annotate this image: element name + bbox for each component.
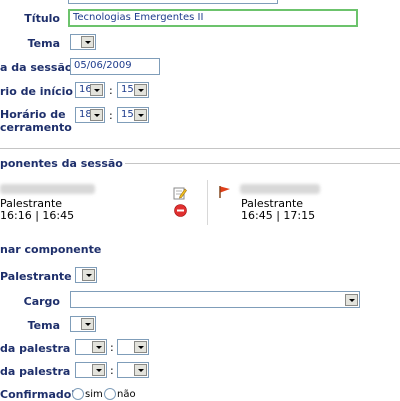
- components-section-title: ponentes da sessão: [0, 157, 123, 170]
- divider: [0, 148, 400, 149]
- chevron-down-icon: [90, 84, 103, 96]
- time-separator: :: [109, 109, 113, 122]
- horario-encerramento-hour-select[interactable]: 18: [75, 107, 105, 123]
- chevron-down-icon: [81, 36, 94, 48]
- chevron-down-icon: [81, 318, 94, 330]
- chevron-down-icon: [134, 84, 147, 96]
- time-separator: :: [109, 84, 113, 97]
- data-sessao-label: a da sessão: [0, 61, 73, 74]
- section-title-rule: [125, 163, 400, 164]
- inicio-palestra-label: da palestra: [0, 342, 71, 355]
- time-separator: :: [110, 341, 114, 354]
- palestrante-select[interactable]: [75, 267, 97, 283]
- time-separator: :: [110, 364, 114, 377]
- component-divider: [207, 180, 208, 225]
- chevron-down-icon: [134, 364, 147, 376]
- titulo-input[interactable]: Tecnologias Emergentes II: [68, 9, 358, 27]
- add-component-section-title: nar componente: [0, 243, 102, 256]
- horario-encerramento-label-2: cerramento: [0, 121, 72, 134]
- palestrante-label: Palestrante: [0, 270, 72, 283]
- chevron-down-icon: [92, 341, 105, 353]
- confirmado-sim-radio[interactable]: [72, 388, 84, 400]
- add-tema-select[interactable]: [70, 316, 96, 332]
- chevron-down-icon: [134, 109, 147, 121]
- previous-field[interactable]: [68, 0, 278, 4]
- horario-encerramento-label-1: Horário de: [0, 108, 66, 121]
- titulo-label: Título: [24, 12, 60, 25]
- component-time: 16:45 | 17:15: [241, 209, 316, 222]
- chevron-down-icon: [92, 364, 105, 376]
- confirmado-sim-label: sim: [85, 389, 103, 400]
- add-tema-label: Tema: [27, 319, 60, 332]
- chevron-down-icon: [82, 269, 95, 281]
- confirmado-nao-label: não: [117, 389, 136, 400]
- fim-palestra-label: da palestra: [0, 365, 71, 378]
- fim-palestra-minute-select[interactable]: [117, 362, 149, 378]
- cargo-select[interactable]: [70, 291, 360, 308]
- tema-label: Tema: [27, 37, 60, 50]
- horario-encerramento-minute-select[interactable]: 15: [117, 107, 149, 123]
- horario-inicio-hour-select[interactable]: 16: [75, 82, 105, 98]
- component-time: 16:16 | 16:45: [0, 209, 75, 222]
- component-name-redacted: [240, 184, 320, 194]
- delete-icon[interactable]: [174, 204, 187, 217]
- confirmado-nao-radio[interactable]: [104, 388, 116, 400]
- horario-inicio-label: rio de início: [0, 85, 73, 98]
- fim-palestra-hour-select[interactable]: [75, 362, 107, 378]
- chevron-down-icon: [345, 294, 358, 306]
- component-name-redacted: [0, 184, 95, 194]
- tema-select[interactable]: [70, 34, 96, 50]
- inicio-palestra-hour-select[interactable]: [75, 339, 107, 355]
- chevron-down-icon: [134, 341, 147, 353]
- edit-icon[interactable]: [173, 186, 187, 200]
- cargo-label: Cargo: [23, 295, 60, 308]
- chevron-down-icon: [90, 109, 103, 121]
- horario-inicio-minute-select[interactable]: 15: [117, 82, 149, 98]
- confirmado-label: Confirmado?: [0, 388, 78, 401]
- data-sessao-input[interactable]: 05/06/2009: [70, 58, 160, 75]
- flag-icon: [218, 185, 232, 199]
- inicio-palestra-minute-select[interactable]: [117, 339, 149, 355]
